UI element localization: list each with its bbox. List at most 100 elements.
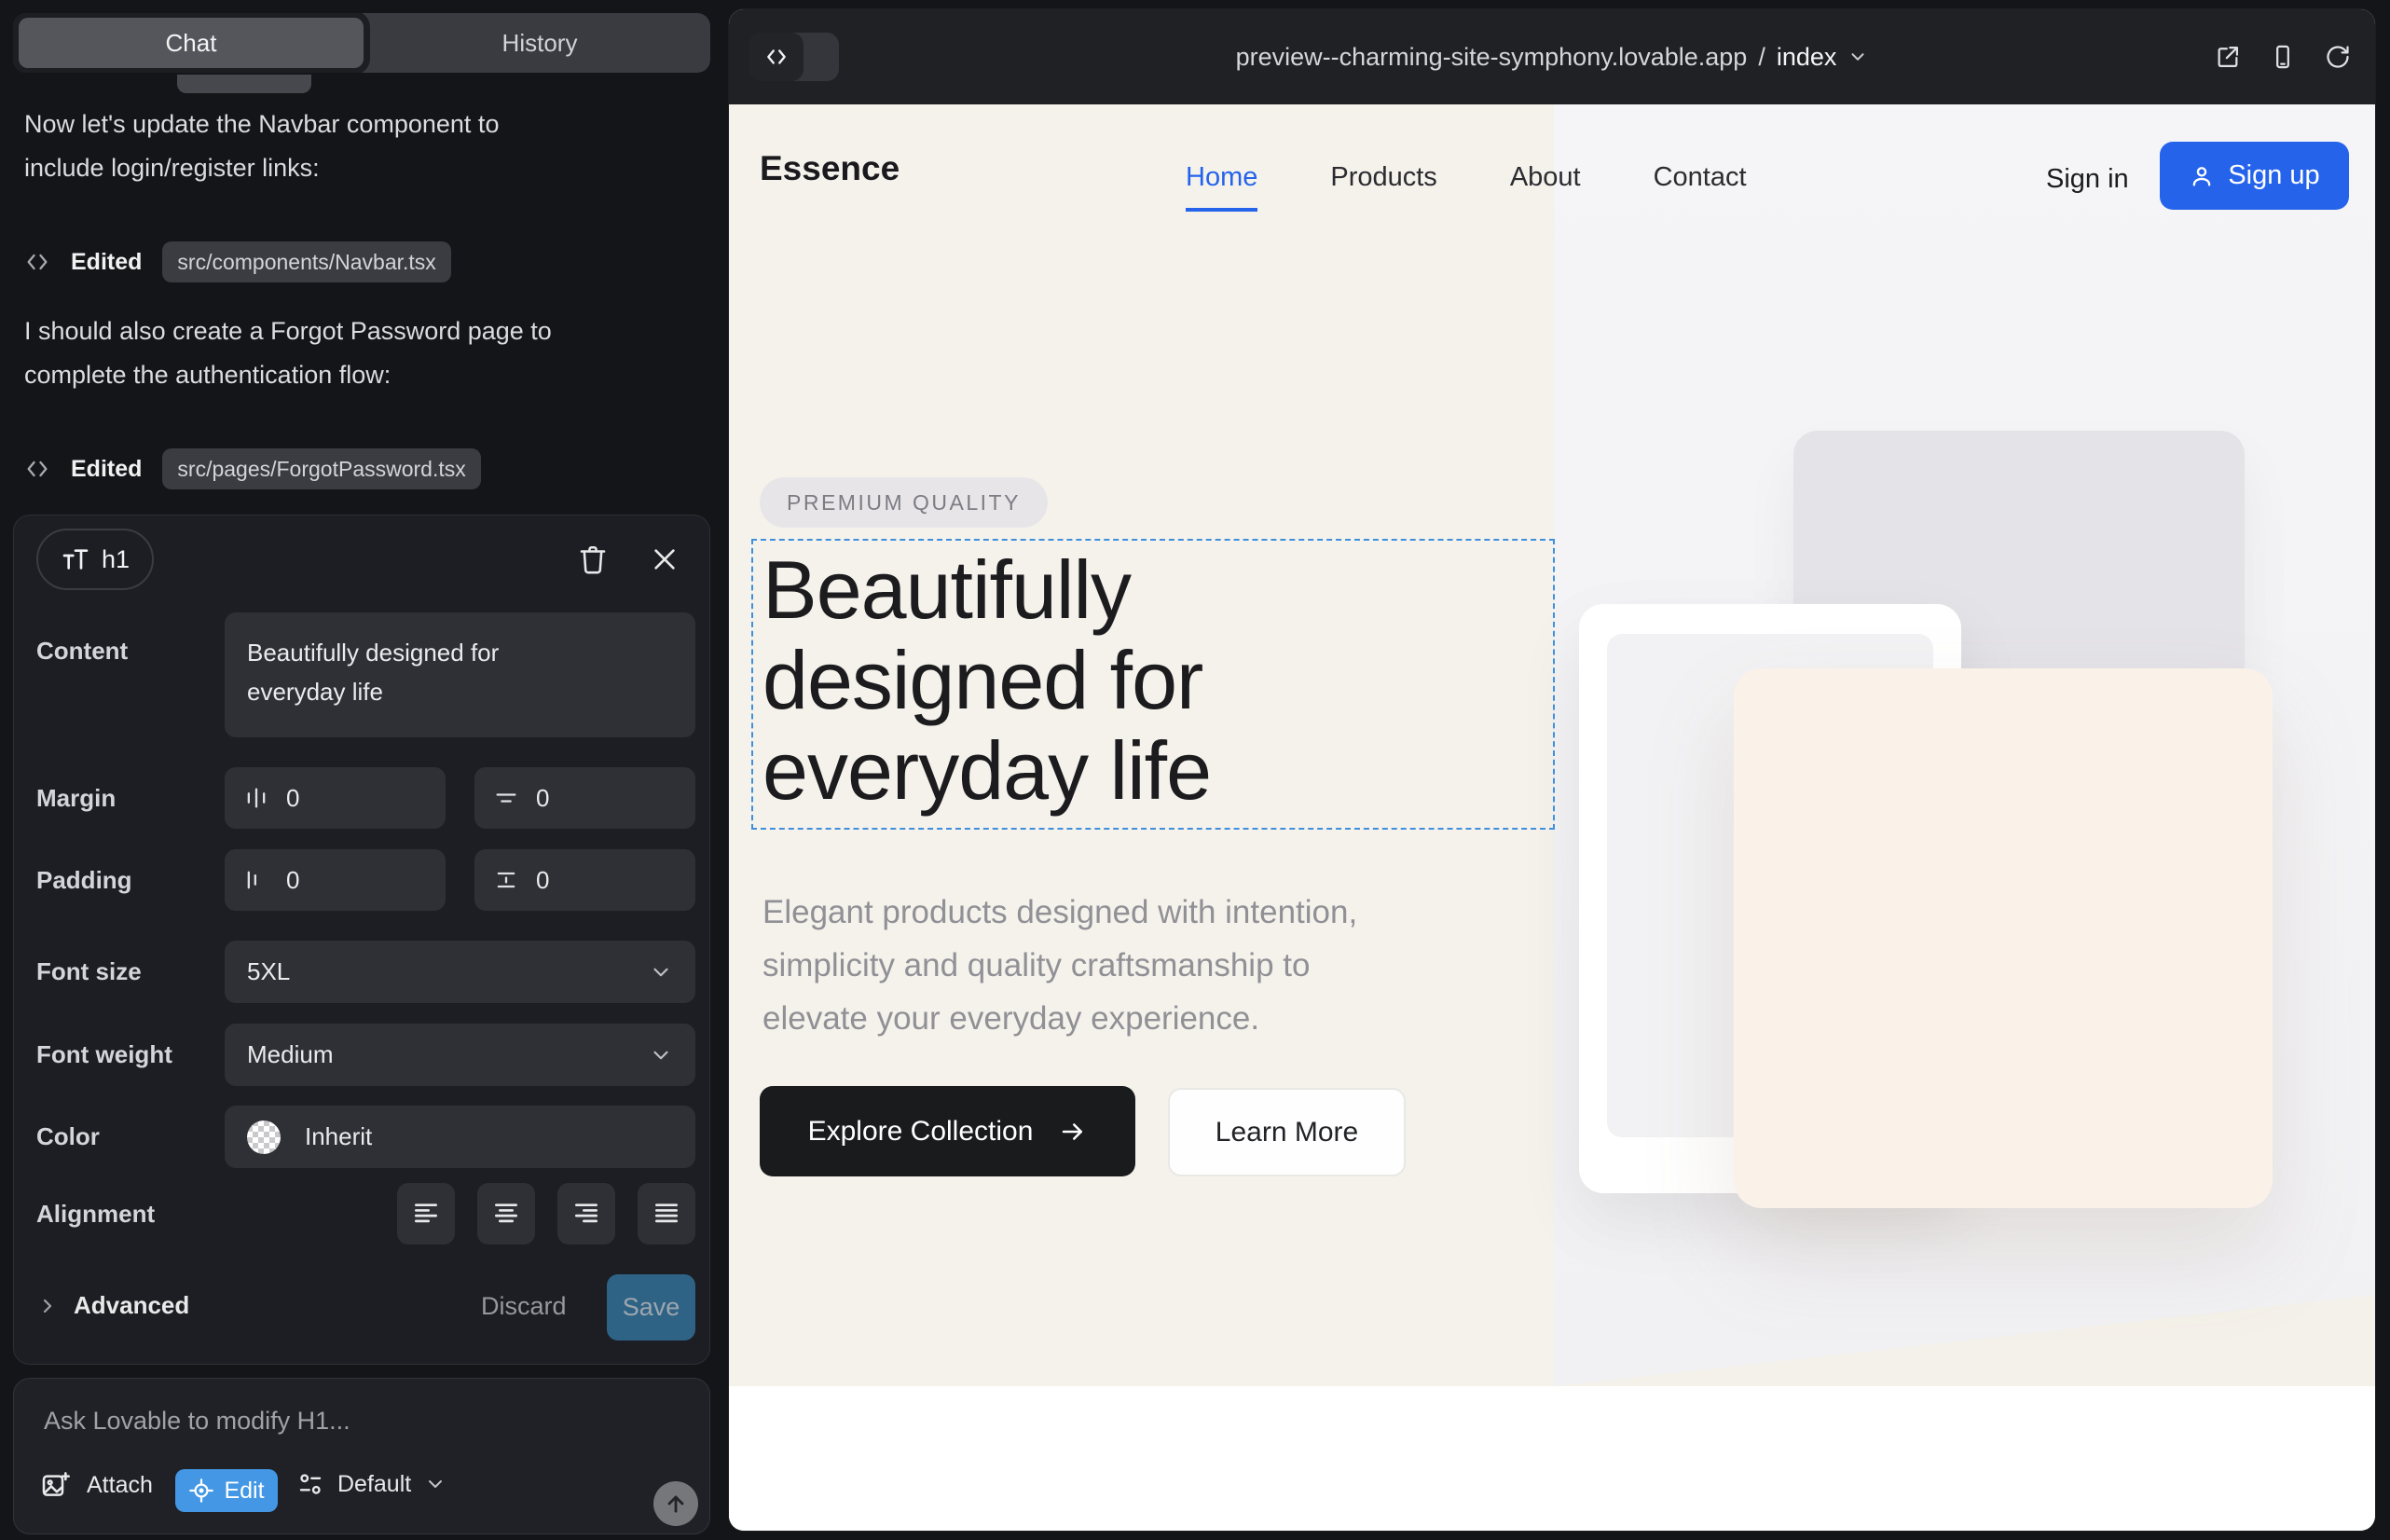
advanced-toggle[interactable]: Advanced bbox=[36, 1291, 189, 1320]
discard-button[interactable]: Discard bbox=[481, 1292, 567, 1321]
align-right-button[interactable] bbox=[557, 1183, 615, 1244]
nav-link-products[interactable]: Products bbox=[1330, 162, 1436, 212]
edited-label: Edited bbox=[71, 249, 142, 276]
mobile-view-icon[interactable] bbox=[2270, 44, 2296, 70]
file-chip[interactable]: src/pages/ForgotPassword.tsx bbox=[162, 448, 480, 489]
heading-line: Beautifully bbox=[762, 544, 1211, 635]
learn-more-label: Learn More bbox=[1216, 1117, 1358, 1148]
code-icon bbox=[24, 456, 50, 482]
heading-line: everyday life bbox=[762, 725, 1211, 816]
edited-file-row: Edited src/pages/ForgotPassword.tsx bbox=[24, 447, 481, 490]
chevron-down-icon bbox=[1847, 47, 1868, 67]
font-weight-value: Medium bbox=[247, 1040, 333, 1069]
align-left-button[interactable] bbox=[397, 1183, 455, 1244]
learn-more-button[interactable]: Learn More bbox=[1168, 1088, 1406, 1176]
font-weight-select[interactable]: Medium bbox=[225, 1024, 695, 1086]
hero-heading[interactable]: Beautifully designed for everyday life bbox=[762, 544, 1211, 816]
edit-mode-button[interactable]: Edit bbox=[175, 1469, 278, 1512]
padding-horizontal-input[interactable]: 0 bbox=[225, 849, 446, 911]
decor-beige-card bbox=[1734, 668, 2273, 1208]
margin-vertical-input[interactable]: 0 bbox=[474, 767, 695, 829]
color-picker-field[interactable]: Inherit bbox=[225, 1106, 695, 1168]
tab-chat[interactable]: Chat bbox=[19, 18, 364, 68]
font-size-label: Font size bbox=[36, 957, 142, 986]
margin-vertical-value: 0 bbox=[536, 784, 549, 813]
code-icon bbox=[24, 249, 50, 275]
refresh-icon[interactable] bbox=[2325, 44, 2351, 70]
hero-paragraph: Elegant products designed with intention… bbox=[762, 886, 1357, 1045]
padding-vertical-input[interactable]: 0 bbox=[474, 849, 695, 911]
alignment-label: Alignment bbox=[36, 1200, 155, 1229]
sign-up-button[interactable]: Sign up bbox=[2160, 142, 2349, 210]
model-selector[interactable]: Default bbox=[296, 1470, 446, 1498]
edited-file-row: Edited src/components/Navbar.tsx bbox=[24, 241, 451, 283]
toolbar-actions bbox=[2215, 44, 2351, 70]
message-line: complete the authentication flow: bbox=[24, 353, 692, 397]
file-chip[interactable]: src/components/Navbar.tsx bbox=[162, 241, 450, 282]
code-icon[interactable] bbox=[749, 33, 804, 81]
scrolled-file-pill-partial bbox=[177, 75, 311, 93]
chevron-down-icon bbox=[424, 1473, 446, 1495]
padding-vertical-value: 0 bbox=[536, 866, 549, 895]
transparent-color-swatch bbox=[247, 1121, 281, 1154]
send-button[interactable] bbox=[653, 1481, 698, 1526]
paragraph-line: elevate your everyday experience. bbox=[762, 992, 1357, 1045]
nav-link-home[interactable]: Home bbox=[1186, 162, 1257, 212]
tab-history[interactable]: History bbox=[369, 13, 710, 73]
save-button[interactable]: Save bbox=[607, 1274, 695, 1341]
sign-in-link[interactable]: Sign in bbox=[2046, 164, 2129, 195]
content-value: Beautifully designed for everyday life bbox=[247, 633, 569, 711]
font-size-select[interactable]: 5XL bbox=[225, 941, 695, 1003]
preview-toolbar: preview--charming-site-symphony.lovable.… bbox=[729, 9, 2375, 104]
image-plus-icon bbox=[40, 1470, 70, 1500]
content-input[interactable]: Beautifully designed for everyday life bbox=[225, 612, 695, 737]
nav-link-contact[interactable]: Contact bbox=[1654, 162, 1747, 212]
type-icon bbox=[61, 544, 90, 574]
heading-line: designed for bbox=[762, 635, 1211, 725]
url-path: index bbox=[1777, 43, 1837, 72]
sliders-icon bbox=[296, 1470, 324, 1498]
message-line: I should also create a Forgot Password p… bbox=[24, 309, 692, 353]
assistant-message: I should also create a Forgot Password p… bbox=[24, 309, 692, 397]
padding-label: Padding bbox=[36, 866, 132, 895]
sign-up-label: Sign up bbox=[2228, 160, 2319, 191]
selected-element-tag: h1 bbox=[36, 529, 154, 590]
arrow-right-icon bbox=[1059, 1118, 1087, 1146]
locate-icon bbox=[188, 1478, 214, 1504]
align-center-button[interactable] bbox=[477, 1183, 535, 1244]
attach-label: Attach bbox=[87, 1472, 153, 1499]
content-label: Content bbox=[36, 637, 128, 666]
advanced-label: Advanced bbox=[74, 1291, 189, 1320]
element-editor-panel: h1 Content Beautifully designed for ever… bbox=[13, 515, 710, 1365]
edited-label: Edited bbox=[71, 456, 142, 483]
user-icon bbox=[2189, 163, 2215, 189]
assistant-message: Now let's update the Navbar component to… bbox=[24, 103, 692, 190]
nav-link-about[interactable]: About bbox=[1510, 162, 1581, 212]
color-value: Inherit bbox=[305, 1122, 372, 1151]
padding-vertical-icon bbox=[493, 867, 519, 893]
margin-horizontal-icon bbox=[243, 785, 269, 811]
open-external-icon[interactable] bbox=[2215, 44, 2241, 70]
color-label: Color bbox=[36, 1122, 100, 1151]
url-separator: / bbox=[1758, 43, 1765, 72]
explore-collection-button[interactable]: Explore Collection bbox=[760, 1086, 1135, 1176]
padding-horizontal-icon bbox=[243, 867, 269, 893]
delete-element-button[interactable] bbox=[577, 543, 609, 575]
attach-button[interactable]: Attach bbox=[40, 1470, 153, 1500]
site-nav: Home Products About Contact bbox=[1186, 162, 1747, 212]
paragraph-line: Elegant products designed with intention… bbox=[762, 886, 1357, 939]
chat-composer[interactable]: Ask Lovable to modify H1... Attach Edit … bbox=[13, 1378, 710, 1534]
tag-label: h1 bbox=[102, 545, 130, 574]
padding-horizontal-value: 0 bbox=[286, 866, 299, 895]
url-domain: preview--charming-site-symphony.lovable.… bbox=[1236, 43, 1748, 72]
close-panel-icon[interactable] bbox=[650, 544, 680, 574]
align-justify-button[interactable] bbox=[638, 1183, 695, 1244]
margin-horizontal-input[interactable]: 0 bbox=[225, 767, 446, 829]
url-bar[interactable]: preview--charming-site-symphony.lovable.… bbox=[729, 9, 2375, 104]
site-logo[interactable]: Essence bbox=[760, 149, 900, 188]
model-label: Default bbox=[337, 1471, 411, 1498]
chat-history-tabbar: Chat History bbox=[13, 13, 710, 73]
preview-window: preview--charming-site-symphony.lovable.… bbox=[729, 9, 2375, 1531]
font-size-value: 5XL bbox=[247, 957, 290, 986]
code-preview-toggle[interactable] bbox=[749, 33, 839, 81]
